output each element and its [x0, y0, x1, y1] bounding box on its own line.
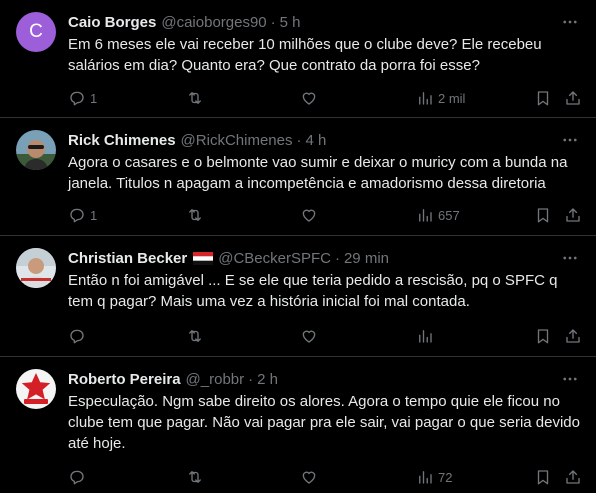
action-bar: 1 657 [68, 205, 580, 225]
views-icon [419, 209, 432, 222]
timestamp[interactable]: 5 h [280, 14, 301, 31]
action-bar [68, 326, 580, 346]
display-name[interactable]: Rick Chimenes [68, 132, 176, 149]
tweet-text: Agora o casares e o belmonte vao sumir e… [68, 154, 568, 192]
views-icon [419, 471, 432, 484]
like-icon [302, 92, 316, 105]
views-count: 2 mil [438, 90, 466, 106]
tweet-text: Especulação. Ngm sabe direito os alores.… [68, 393, 580, 452]
reply-count: 1 [90, 90, 98, 106]
bookmark-icon [537, 208, 549, 223]
avatar-letter: C [29, 21, 43, 42]
retweet-icon [189, 92, 201, 104]
reply-icon [70, 470, 84, 485]
tweet-header: Christian Becker @CBeckerSPFC · 29 min [68, 248, 580, 268]
like-icon [302, 330, 316, 343]
bookmark-button[interactable] [534, 327, 552, 345]
retweet-button[interactable] [186, 89, 208, 107]
tweet-header: Caio Borges @caioborges90 · 5 h [68, 12, 580, 32]
like-button[interactable] [300, 327, 322, 345]
share-button[interactable] [564, 327, 582, 345]
separator-dot: · [296, 131, 302, 149]
display-name[interactable]: Caio Borges [68, 14, 156, 31]
reply-icon [70, 208, 84, 223]
flag-icon [193, 251, 214, 265]
tweet[interactable]: C Caio Borges @caioborges90 · 5 h Em 6 m… [0, 0, 596, 118]
bookmark-button[interactable] [534, 468, 552, 486]
reply-button[interactable]: 1 [68, 89, 97, 107]
share-button[interactable] [564, 89, 582, 107]
more-icon[interactable] [560, 248, 580, 268]
share-icon [566, 329, 580, 343]
timestamp[interactable]: 4 h [305, 132, 326, 149]
views-button[interactable]: 2 mil [416, 89, 465, 107]
like-icon [302, 471, 316, 484]
retweet-button[interactable] [186, 327, 208, 345]
user-handle[interactable]: @CBeckerSPFC [218, 250, 331, 267]
display-name[interactable]: Christian Becker [68, 250, 187, 267]
views-count: 72 [438, 469, 453, 485]
tweet-header: Rick Chimenes @RickChimenes · 4 h [68, 130, 580, 150]
retweet-button[interactable] [186, 468, 208, 486]
separator-dot: · [334, 249, 340, 267]
views-icon [419, 330, 432, 343]
retweet-icon [189, 209, 201, 221]
bookmark-icon [537, 470, 549, 485]
user-handle[interactable]: @_robbr [186, 371, 245, 388]
reply-button[interactable] [68, 327, 90, 345]
reply-icon [70, 91, 84, 106]
share-icon [566, 91, 580, 105]
like-button[interactable] [300, 89, 322, 107]
views-icon [419, 92, 432, 105]
reply-button[interactable]: 1 [68, 206, 97, 224]
tweet[interactable]: Rick Chimenes @RickChimenes · 4 h Agora … [0, 118, 596, 236]
views-count: 657 [438, 207, 460, 223]
action-bar: 72 [68, 467, 580, 487]
views-button[interactable]: 72 [416, 468, 452, 486]
bookmark-button[interactable] [534, 206, 552, 224]
tweet-text: Então n foi amigável ... E se ele que te… [68, 272, 558, 310]
retweet-icon [189, 471, 201, 483]
reply-button[interactable] [68, 468, 90, 486]
user-handle[interactable]: @caioborges90 [161, 14, 266, 31]
display-name[interactable]: Roberto Pereira [68, 371, 181, 388]
like-button[interactable] [300, 468, 322, 486]
share-icon [566, 208, 580, 222]
more-icon[interactable] [560, 369, 580, 389]
tweet-header: Roberto Pereira @_robbr · 2 h [68, 369, 580, 389]
share-button[interactable] [564, 206, 582, 224]
tweet-text: Em 6 meses ele vai receber 10 milhões qu… [68, 36, 542, 74]
bookmark-icon [537, 91, 549, 106]
reply-icon [70, 329, 84, 344]
retweet-icon [189, 330, 201, 342]
more-icon[interactable] [560, 12, 580, 32]
timestamp[interactable]: 2 h [257, 371, 278, 388]
separator-dot: · [270, 13, 276, 31]
tweet[interactable]: Christian Becker @CBeckerSPFC · 29 min E… [0, 236, 596, 357]
avatar[interactable]: C [16, 12, 56, 52]
tweet[interactable]: Roberto Pereira @_robbr · 2 h Especulaçã… [0, 357, 596, 493]
share-button[interactable] [564, 468, 582, 486]
retweet-button[interactable] [186, 206, 208, 224]
avatar[interactable] [16, 369, 56, 409]
reply-count: 1 [90, 207, 98, 223]
like-button[interactable] [300, 206, 322, 224]
more-icon[interactable] [560, 130, 580, 150]
timestamp[interactable]: 29 min [344, 250, 389, 267]
like-icon [302, 209, 316, 222]
bookmark-icon [537, 329, 549, 344]
views-button[interactable]: 657 [416, 206, 460, 224]
avatar[interactable] [16, 130, 56, 170]
avatar[interactable] [16, 248, 56, 288]
bookmark-button[interactable] [534, 89, 552, 107]
separator-dot: · [248, 370, 254, 388]
user-handle[interactable]: @RickChimenes [181, 132, 293, 149]
share-icon [566, 470, 580, 484]
views-button[interactable] [416, 327, 438, 345]
action-bar: 1 2 mil [68, 88, 580, 108]
reply-feed: C Caio Borges @caioborges90 · 5 h Em 6 m… [0, 0, 596, 493]
